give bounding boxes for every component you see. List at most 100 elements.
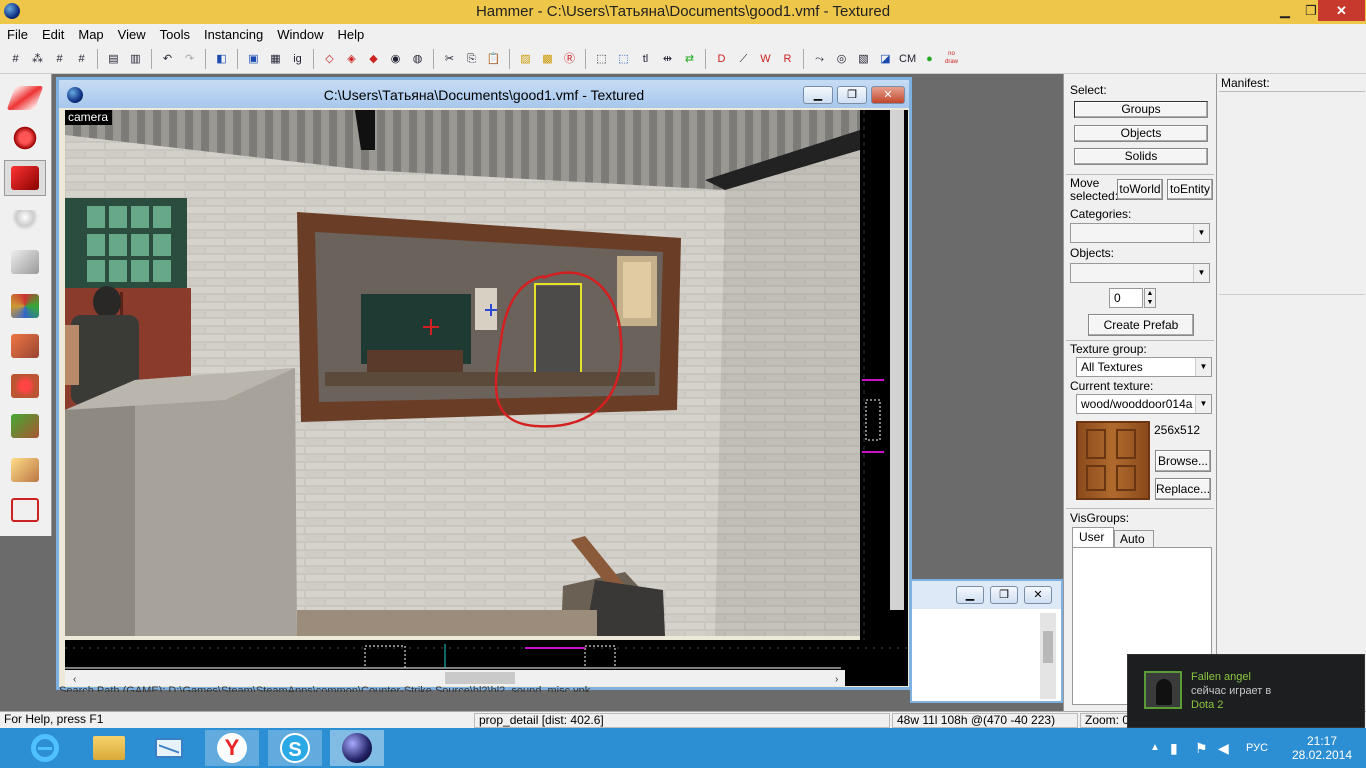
measure-icon[interactable]: ⟋ [734,49,753,68]
vertex-tool[interactable] [4,492,46,528]
secondary-maximize-button[interactable]: ❐ [990,586,1018,604]
categories-dropdown[interactable]: ▼ [1070,223,1210,243]
entity-tool[interactable] [4,204,46,240]
camera-tool[interactable] [4,160,46,196]
language-indicator[interactable]: РУС [1246,742,1268,754]
door-icon[interactable]: D [712,49,731,68]
to-world-button[interactable]: toWorld [1117,179,1163,200]
hollow-icon[interactable]: ◇ [320,49,339,68]
ungroup-icon[interactable]: ▥ [126,49,145,68]
block-tool[interactable] [4,244,46,280]
path-icon[interactable]: ⤳ [810,49,829,68]
cubemap-button[interactable]: CM [898,49,917,68]
group-icon[interactable]: ▤ [104,49,123,68]
model-icon[interactable]: ▧ [854,49,873,68]
grid-larger-icon[interactable]: # [50,49,69,68]
carve-icon[interactable]: ◧ [212,49,231,68]
hammer-taskbar-icon[interactable] [330,730,384,766]
to-entity-button[interactable]: toEntity [1167,179,1213,200]
texture-application-tool[interactable] [4,288,46,324]
clip-icon[interactable]: ◈ [342,49,361,68]
secondary-window-title[interactable]: ▁ ❐ ✕ [912,581,1061,609]
clock[interactable]: 21:17 28.02.2014 [1284,734,1360,762]
hide-unselected-icon[interactable]: ▩ [538,49,557,68]
secondary-minimize-button[interactable]: ▁ [956,586,984,604]
texture-group-dropdown[interactable]: All Textures ▼ [1076,357,1212,377]
secondary-window[interactable]: ▁ ❐ ✕ [910,579,1063,703]
copy-icon[interactable]: ⎘ [462,49,481,68]
minimize-button[interactable]: ▁ [1272,0,1298,21]
yandex-browser-icon[interactable]: Y [205,730,259,766]
viewport-maximize-button[interactable]: ❐ [837,86,867,104]
menu-map[interactable]: Map [71,27,110,42]
decal-tool[interactable] [4,368,46,404]
network-icon[interactable]: ▮ [1170,740,1178,757]
camera-icon[interactable]: ◎ [832,49,851,68]
steam-notification[interactable]: Fallen angel сейчас играет в Dota 2 [1127,654,1365,728]
wire-icon[interactable]: W [756,49,775,68]
grid-toggle-icon[interactable]: # [72,49,91,68]
paste-icon[interactable]: 📋 [484,49,503,68]
overlay-tool[interactable] [4,408,46,444]
menu-edit[interactable]: Edit [35,27,71,42]
cut-icon[interactable]: ✂ [440,49,459,68]
3d-scene[interactable]: camera [65,110,860,636]
select-icon[interactable]: ▣ [244,49,263,68]
create-prefab-button[interactable]: Create Prefab [1088,314,1194,336]
secondary-close-button[interactable]: ✕ [1024,586,1052,604]
browse-button[interactable]: Browse... [1155,450,1211,472]
nodraw-button[interactable]: no draw [942,49,961,68]
objects-button[interactable]: Objects [1074,125,1208,142]
menu-view[interactable]: View [111,27,153,42]
magnify-tool[interactable] [4,120,46,156]
flip-icon[interactable]: ⇄ [680,49,699,68]
internet-explorer-icon[interactable] [18,730,72,766]
bounds-icon[interactable]: ⬚ [592,49,611,68]
viewport-minimize-button[interactable]: ▁ [803,86,833,104]
select-box-icon[interactable]: ⬚ [614,49,633,68]
undo-icon[interactable]: ↶ [158,49,177,68]
objects-dropdown[interactable]: ▼ [1070,263,1210,283]
grid-smaller-icon[interactable]: ⁂ [28,49,47,68]
count-stepper[interactable]: ▲ ▼ [1144,288,1156,308]
skype-icon[interactable]: S [268,730,322,766]
texlock-icon[interactable]: ◉ [386,49,405,68]
app-title-bar[interactable]: Hammer - C:\Users\Татьяна\Documents\good… [0,0,1366,24]
viewport-title-bar[interactable]: C:\Users\Татьяна\Documents\good1.vmf - T… [59,80,909,108]
menu-tools[interactable]: Tools [153,27,197,42]
viewport-close-button[interactable]: ✕ [871,86,905,104]
close-button[interactable]: ✕ [1318,0,1365,21]
vertex-icon[interactable]: ◆ [364,49,383,68]
camera-viewport-window[interactable]: C:\Users\Татьяна\Documents\good1.vmf - T… [56,77,912,692]
menu-instancing[interactable]: Instancing [197,27,270,42]
scale-icon[interactable]: ◍ [408,49,427,68]
tab-user[interactable]: User [1072,527,1114,547]
grid-icon[interactable]: # [6,49,25,68]
texture-lock-button[interactable]: tl [636,49,655,68]
apply-texture-tool[interactable] [4,328,46,364]
mail-icon[interactable] [142,730,196,766]
solids-button[interactable]: Solids [1074,148,1208,165]
current-texture-dropdown[interactable]: wood/wooddoor014a ▼ [1076,394,1212,414]
menu-window[interactable]: Window [270,27,330,42]
secondary-scrollbar[interactable] [1040,613,1056,699]
show-hidden-icons-icon[interactable]: ▲ [1150,742,1160,753]
tab-auto[interactable]: Auto [1114,530,1154,547]
run-icon[interactable]: R [778,49,797,68]
cubemap-icon[interactable]: ◪ [876,49,895,68]
align-icon[interactable]: ⇹ [658,49,677,68]
redo-icon[interactable]: ↷ [180,49,199,68]
top-view-strip[interactable] [860,110,908,640]
hide-selected-icon[interactable]: ▨ [516,49,535,68]
file-explorer-icon[interactable] [82,730,136,766]
replace-button[interactable]: Replace... [1155,478,1211,500]
menu-help[interactable]: Help [330,27,371,42]
clipping-tool[interactable] [4,452,46,488]
ignore-groups-button[interactable]: ig [288,49,307,68]
leaf-icon[interactable]: ● [920,49,939,68]
menu-file[interactable]: File [0,27,35,42]
volume-icon[interactable]: ◀ [1218,740,1229,757]
groups-button[interactable]: Groups [1074,101,1208,118]
flag-icon[interactable]: ⚑ [1195,740,1208,757]
restore-icon[interactable]: Ⓡ [560,49,579,68]
